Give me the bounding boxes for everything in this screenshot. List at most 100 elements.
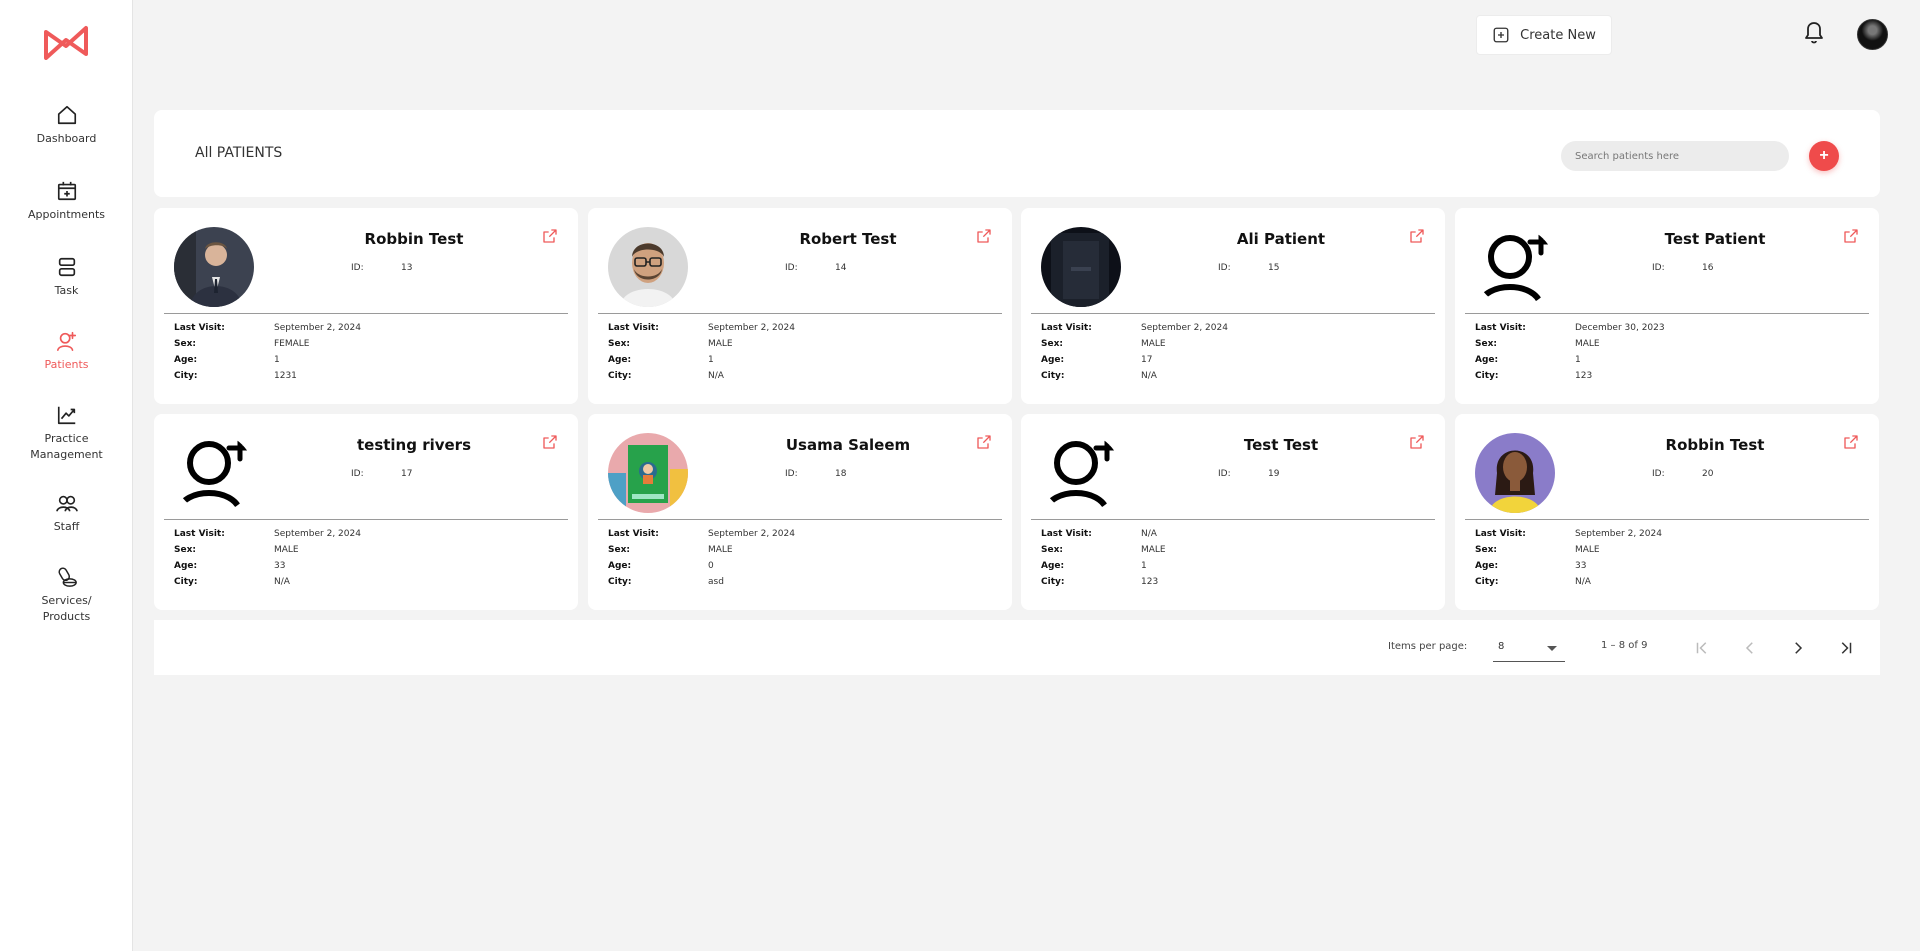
age-row: Age: 33	[1475, 558, 1662, 574]
open-external-icon[interactable]	[1843, 434, 1859, 450]
sex-label: Sex:	[608, 545, 630, 555]
patient-id-value: 15	[1268, 263, 1280, 273]
patient-avatar	[1475, 227, 1555, 307]
age-label: Age:	[1041, 355, 1065, 365]
patient-card[interactable]: Ali Patient ID: 15 Last Visit: September …	[1021, 208, 1445, 404]
city-row: City: N/A	[608, 368, 795, 384]
open-external-icon[interactable]	[1843, 228, 1859, 244]
last-visit-row: Last Visit: September 2, 2024	[174, 320, 361, 336]
patient-name: Usama Saleem	[785, 436, 911, 454]
sidebar-item-services-products[interactable]: Services/ Products	[0, 566, 133, 625]
age-value: 1	[274, 355, 280, 365]
patient-id-label: ID:	[351, 469, 364, 479]
city-label: City:	[1041, 371, 1065, 381]
divider	[598, 519, 1002, 520]
patient-avatar	[174, 227, 254, 307]
next-page-button[interactable]	[1786, 636, 1810, 660]
city-label: City:	[1475, 577, 1499, 587]
patient-avatar	[174, 433, 254, 513]
city-row: City: asd	[608, 574, 795, 590]
city-row: City: 123	[1041, 574, 1166, 590]
patient-name: Test Patient	[1664, 230, 1766, 248]
last-visit-label: Last Visit:	[608, 529, 659, 539]
items-per-page-select[interactable]: 8	[1493, 632, 1565, 662]
last-visit-value: September 2, 2024	[708, 529, 795, 539]
divider	[1465, 313, 1869, 314]
divider	[164, 519, 568, 520]
last-visit-row: Last Visit: September 2, 2024	[174, 526, 361, 542]
sex-row: Sex: MALE	[1041, 542, 1166, 558]
bell-icon[interactable]	[1802, 19, 1826, 45]
last-page-button[interactable]	[1834, 636, 1858, 660]
city-row: City: N/A	[1041, 368, 1228, 384]
open-external-icon[interactable]	[976, 228, 992, 244]
sidebar-item-task[interactable]: Task	[0, 256, 133, 299]
city-value: asd	[708, 577, 724, 587]
city-value: 123	[1575, 371, 1593, 381]
patient-name: Ali Patient	[1236, 230, 1326, 248]
age-row: Age: 1	[1475, 352, 1665, 368]
search-input[interactable]	[1561, 141, 1789, 171]
last-visit-label: Last Visit:	[1475, 529, 1526, 539]
patient-id-label: ID:	[351, 263, 364, 273]
sidebar-item-patients[interactable]: Patients	[0, 330, 133, 373]
chevron-left-icon	[1745, 642, 1753, 654]
patient-id-label: ID:	[1652, 263, 1665, 273]
patient-card[interactable]: Test Patient ID: 16 Last Visit: December …	[1455, 208, 1879, 404]
patient-card[interactable]: testing rivers ID: 17 Last Visit: Septemb…	[154, 414, 578, 610]
sidebar-item-staff[interactable]: Staff	[0, 492, 133, 535]
create-new-label: Create New	[1520, 27, 1596, 43]
patient-card[interactable]: Test Test ID: 19 Last Visit: N/A Sex: MALE…	[1021, 414, 1445, 610]
city-row: City: 123	[1475, 368, 1665, 384]
patient-card[interactable]: Robbin Test ID: 20 Last Visit: September …	[1455, 414, 1879, 610]
patient-card[interactable]: Robert Test ID: 14 Last Visit: September …	[588, 208, 1012, 404]
last-visit-label: Last Visit:	[174, 323, 225, 333]
last-visit-value: September 2, 2024	[274, 529, 361, 539]
sidebar-item-dashboard[interactable]: Dashboard	[0, 104, 133, 147]
pills-icon	[57, 567, 77, 587]
city-label: City:	[174, 371, 198, 381]
patient-card[interactable]: Usama Saleem ID: 18 Last Visit: September…	[588, 414, 1012, 610]
age-value: 33	[1575, 561, 1587, 571]
city-value: N/A	[1575, 577, 1591, 587]
patient-card[interactable]: Robbin Test ID: 13 Last Visit: September …	[154, 208, 578, 404]
patient-name: Test Test	[1243, 436, 1319, 454]
open-external-icon[interactable]	[1409, 434, 1425, 450]
age-label: Age:	[1475, 355, 1499, 365]
city-label: City:	[174, 577, 198, 587]
patient-id-value: 13	[401, 263, 413, 273]
age-row: Age: 0	[608, 558, 795, 574]
sex-value: MALE	[1575, 545, 1600, 555]
patient-name: Robert Test	[799, 230, 897, 248]
age-label: Age:	[174, 355, 198, 365]
last-visit-value: September 2, 2024	[1141, 323, 1228, 333]
sidebar-item-practice-management[interactable]: Practice Management	[0, 404, 133, 463]
patient-details: Last Visit: September 2, 2024 Sex: MALE Ag…	[608, 526, 795, 590]
age-value: 17	[1141, 355, 1153, 365]
patient-name: Robbin Test	[364, 230, 464, 248]
open-external-icon[interactable]	[542, 434, 558, 450]
divider	[1465, 519, 1869, 520]
last-visit-row: Last Visit: December 30, 2023	[1475, 320, 1665, 336]
brand-logo[interactable]	[44, 24, 88, 60]
first-page-button[interactable]	[1690, 636, 1714, 660]
open-external-icon[interactable]	[1409, 228, 1425, 244]
sex-value: MALE	[1141, 339, 1166, 349]
last-visit-row: Last Visit: September 2, 2024	[608, 526, 795, 542]
sex-label: Sex:	[1475, 545, 1497, 555]
create-new-button[interactable]: Create New	[1476, 15, 1612, 55]
city-value: N/A	[708, 371, 724, 381]
city-label: City:	[1041, 577, 1065, 587]
sex-value: MALE	[274, 545, 299, 555]
last-page-icon	[1841, 642, 1852, 654]
user-avatar[interactable]	[1857, 19, 1888, 50]
patient-details: Last Visit: September 2, 2024 Sex: MALE Ag…	[1475, 526, 1662, 590]
add-patient-button[interactable]: +	[1809, 141, 1839, 171]
sex-row: Sex: MALE	[608, 542, 795, 558]
patient-id-value: 18	[835, 469, 847, 479]
open-external-icon[interactable]	[542, 228, 558, 244]
previous-page-button[interactable]	[1738, 636, 1762, 660]
sidebar-item-appointments[interactable]: Appointments	[0, 180, 133, 223]
open-external-icon[interactable]	[976, 434, 992, 450]
patients-header-card: All PATIENTS +	[154, 110, 1880, 197]
